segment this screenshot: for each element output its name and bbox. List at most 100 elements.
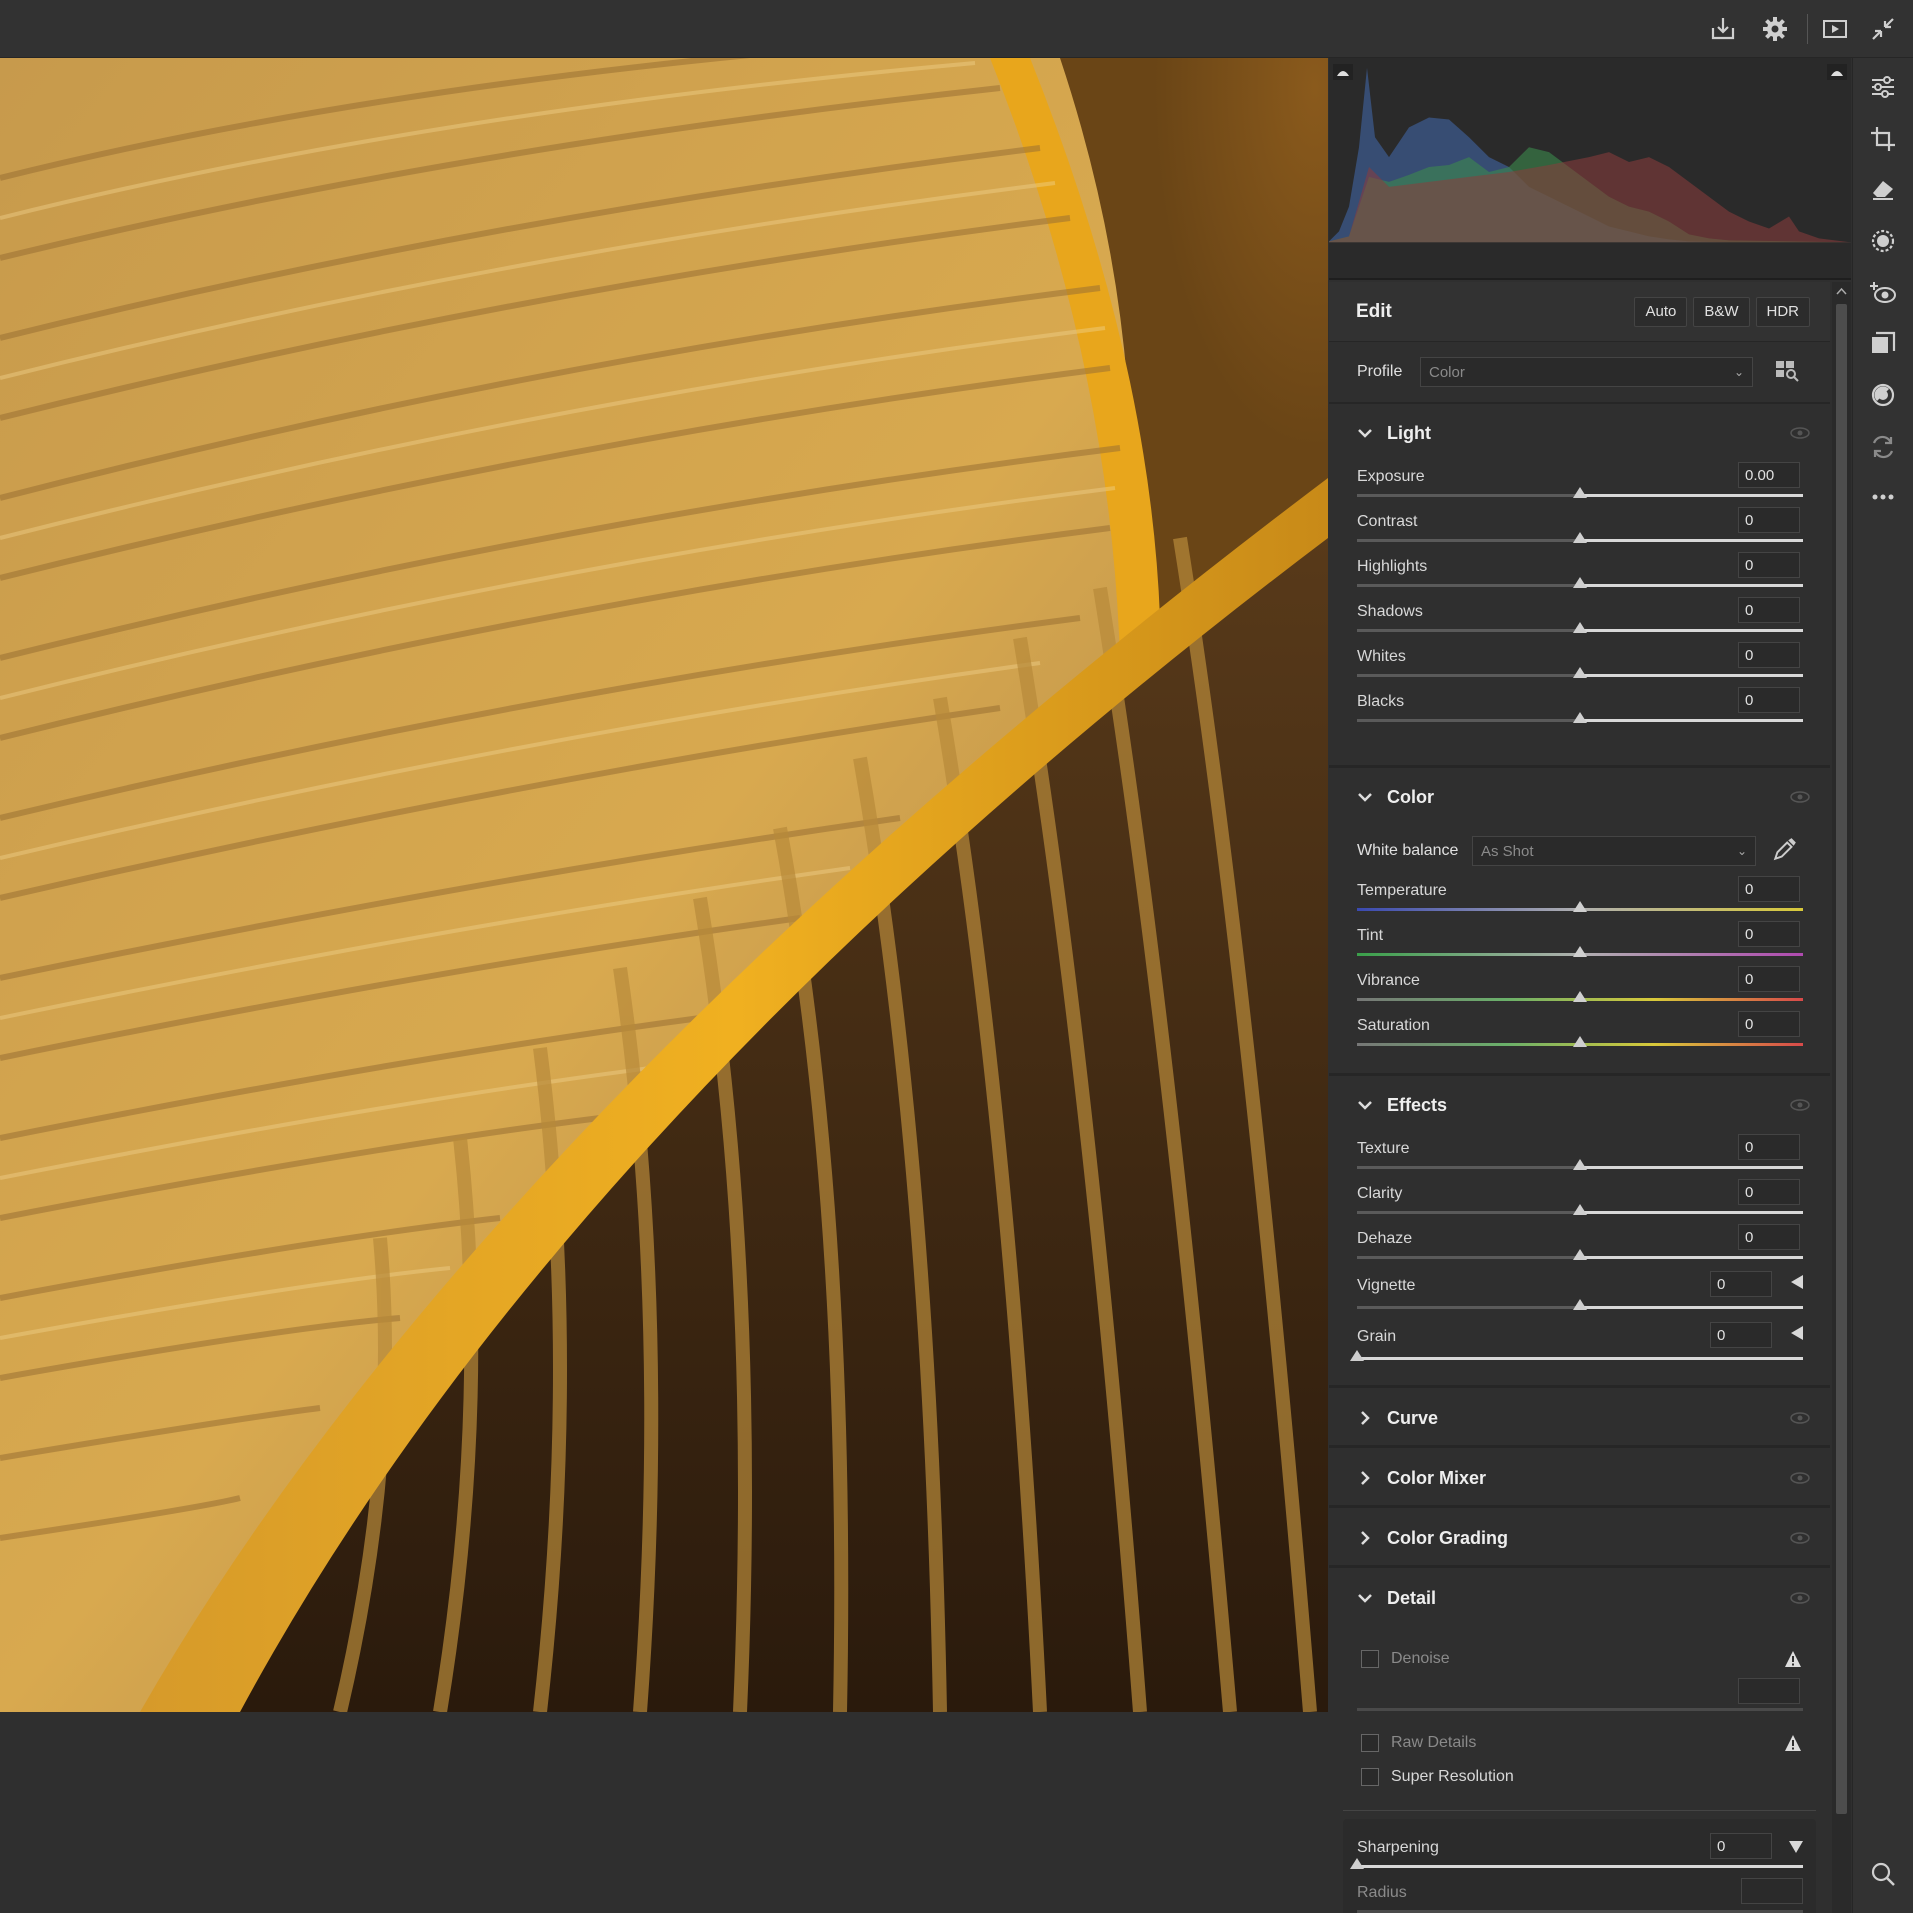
more-icon[interactable] bbox=[1866, 480, 1900, 514]
vibrance-slider[interactable]: Vibrance 0 bbox=[1329, 966, 1830, 1011]
healing-eraser-icon[interactable] bbox=[1866, 172, 1900, 206]
tint-value[interactable]: 0 bbox=[1738, 921, 1800, 947]
photo-canvas[interactable] bbox=[0, 58, 1328, 1712]
export-icon[interactable] bbox=[1706, 12, 1740, 46]
temperature-value[interactable]: 0 bbox=[1738, 876, 1800, 902]
slider-thumb[interactable] bbox=[1572, 1159, 1587, 1170]
sharpening-value[interactable]: 0 bbox=[1710, 1833, 1772, 1859]
exit-fullscreen-icon[interactable] bbox=[1866, 12, 1900, 46]
highlights-slider[interactable]: Highlights 0 bbox=[1329, 552, 1830, 597]
temperature-slider[interactable]: Temperature 0 bbox=[1329, 876, 1830, 921]
slider-thumb[interactable] bbox=[1572, 712, 1587, 723]
contrast-value[interactable]: 0 bbox=[1738, 507, 1800, 533]
slider-thumb[interactable] bbox=[1572, 991, 1587, 1002]
collapse-sharpening-icon[interactable] bbox=[1789, 1841, 1803, 1853]
slider-thumb[interactable] bbox=[1572, 1036, 1587, 1047]
red-eye-icon[interactable] bbox=[1866, 276, 1900, 310]
eye-icon[interactable] bbox=[1790, 1471, 1810, 1485]
whites-value[interactable]: 0 bbox=[1738, 642, 1800, 668]
texture-slider[interactable]: Texture 0 bbox=[1329, 1134, 1830, 1179]
light-section-header[interactable]: Light bbox=[1329, 404, 1830, 462]
contrast-slider[interactable]: Contrast 0 bbox=[1329, 507, 1830, 552]
slider-track[interactable] bbox=[1357, 1865, 1803, 1868]
dehaze-slider[interactable]: Dehaze 0 bbox=[1329, 1224, 1830, 1269]
color-grading-section[interactable]: Color Grading bbox=[1329, 1508, 1830, 1568]
hdr-button[interactable]: HDR bbox=[1755, 296, 1810, 327]
scrollbar-thumb[interactable] bbox=[1836, 304, 1847, 1814]
blacks-slider[interactable]: Blacks 0 bbox=[1329, 687, 1830, 732]
profile-browser-icon[interactable] bbox=[1775, 358, 1799, 387]
exposure-slider[interactable]: Exposure 0.00 bbox=[1329, 462, 1830, 507]
grain-slider[interactable]: Grain 0 bbox=[1329, 1320, 1830, 1371]
saturation-slider[interactable]: Saturation 0 bbox=[1329, 1011, 1830, 1056]
raw-details-checkbox[interactable] bbox=[1361, 1734, 1379, 1752]
gear-icon[interactable] bbox=[1758, 12, 1792, 46]
detail-section-header[interactable]: Detail bbox=[1329, 1568, 1830, 1628]
vibrance-value[interactable]: 0 bbox=[1738, 966, 1800, 992]
expand-vignette-icon[interactable] bbox=[1791, 1275, 1803, 1289]
scroll-up-icon[interactable] bbox=[1836, 286, 1847, 297]
eye-icon[interactable] bbox=[1790, 1411, 1810, 1425]
whites-slider[interactable]: Whites 0 bbox=[1329, 642, 1830, 687]
versions-icon[interactable] bbox=[1866, 430, 1900, 464]
eye-icon[interactable] bbox=[1790, 426, 1810, 440]
sharpening-slider[interactable]: Sharpening 0 bbox=[1343, 1833, 1816, 1878]
denoise-checkbox[interactable] bbox=[1361, 1650, 1379, 1668]
snapshots-icon[interactable] bbox=[1866, 378, 1900, 412]
warning-icon[interactable] bbox=[1784, 1650, 1802, 1668]
highlights-value[interactable]: 0 bbox=[1738, 552, 1800, 578]
slider-thumb[interactable] bbox=[1572, 901, 1587, 912]
shadows-value[interactable]: 0 bbox=[1738, 597, 1800, 623]
exposure-value[interactable]: 0.00 bbox=[1738, 462, 1800, 488]
white-balance-dropdown[interactable]: As Shot ⌄ bbox=[1472, 836, 1756, 866]
slider-thumb[interactable] bbox=[1572, 946, 1587, 957]
auto-button[interactable]: Auto bbox=[1634, 296, 1688, 327]
presets-icon[interactable] bbox=[1866, 326, 1900, 360]
eye-icon[interactable] bbox=[1790, 790, 1810, 804]
shadows-slider[interactable]: Shadows 0 bbox=[1329, 597, 1830, 642]
color-grading-section-header[interactable]: Color Grading bbox=[1329, 1508, 1830, 1568]
effects-section-header[interactable]: Effects bbox=[1329, 1076, 1830, 1134]
slider-track[interactable] bbox=[1357, 1357, 1803, 1360]
super-resolution-checkbox[interactable] bbox=[1361, 1768, 1379, 1786]
slider-thumb[interactable] bbox=[1572, 667, 1587, 678]
slider-thumb[interactable] bbox=[1572, 532, 1587, 543]
expand-grain-icon[interactable] bbox=[1791, 1326, 1803, 1340]
zoom-icon[interactable] bbox=[1866, 1857, 1900, 1891]
slider-thumb[interactable] bbox=[1350, 1350, 1364, 1361]
blacks-value[interactable]: 0 bbox=[1738, 687, 1800, 713]
shadow-clipping-toggle[interactable] bbox=[1333, 64, 1353, 80]
masking-icon[interactable] bbox=[1866, 224, 1900, 258]
edit-sliders-icon[interactable] bbox=[1866, 70, 1900, 104]
slider-thumb[interactable] bbox=[1350, 1858, 1364, 1869]
eye-icon[interactable] bbox=[1790, 1531, 1810, 1545]
slider-thumb[interactable] bbox=[1572, 577, 1587, 588]
histogram[interactable] bbox=[1329, 58, 1851, 280]
slider-thumb[interactable] bbox=[1572, 1299, 1587, 1310]
saturation-value[interactable]: 0 bbox=[1738, 1011, 1800, 1037]
curve-section[interactable]: Curve bbox=[1329, 1388, 1830, 1448]
slider-thumb[interactable] bbox=[1572, 487, 1587, 498]
grain-value[interactable]: 0 bbox=[1710, 1322, 1772, 1348]
color-mixer-section[interactable]: Color Mixer bbox=[1329, 1448, 1830, 1508]
slider-thumb[interactable] bbox=[1572, 1249, 1587, 1260]
color-mixer-section-header[interactable]: Color Mixer bbox=[1329, 1448, 1830, 1508]
slider-thumb[interactable] bbox=[1572, 1204, 1587, 1215]
dehaze-value[interactable]: 0 bbox=[1738, 1224, 1800, 1250]
crop-icon[interactable] bbox=[1866, 122, 1900, 156]
tint-slider[interactable]: Tint 0 bbox=[1329, 921, 1830, 966]
vignette-slider[interactable]: Vignette 0 bbox=[1329, 1269, 1830, 1320]
eye-icon[interactable] bbox=[1790, 1098, 1810, 1112]
eye-icon[interactable] bbox=[1790, 1591, 1810, 1605]
color-section-header[interactable]: Color bbox=[1329, 768, 1830, 826]
texture-value[interactable]: 0 bbox=[1738, 1134, 1800, 1160]
panel-scrollbar[interactable] bbox=[1832, 282, 1851, 1913]
highlight-clipping-toggle[interactable] bbox=[1827, 64, 1847, 80]
clarity-value[interactable]: 0 bbox=[1738, 1179, 1800, 1205]
curve-section-header[interactable]: Curve bbox=[1329, 1388, 1830, 1448]
vignette-value[interactable]: 0 bbox=[1710, 1271, 1772, 1297]
bw-button[interactable]: B&W bbox=[1693, 296, 1750, 327]
eyedropper-icon[interactable] bbox=[1772, 836, 1798, 867]
clarity-slider[interactable]: Clarity 0 bbox=[1329, 1179, 1830, 1224]
slider-thumb[interactable] bbox=[1572, 622, 1587, 633]
